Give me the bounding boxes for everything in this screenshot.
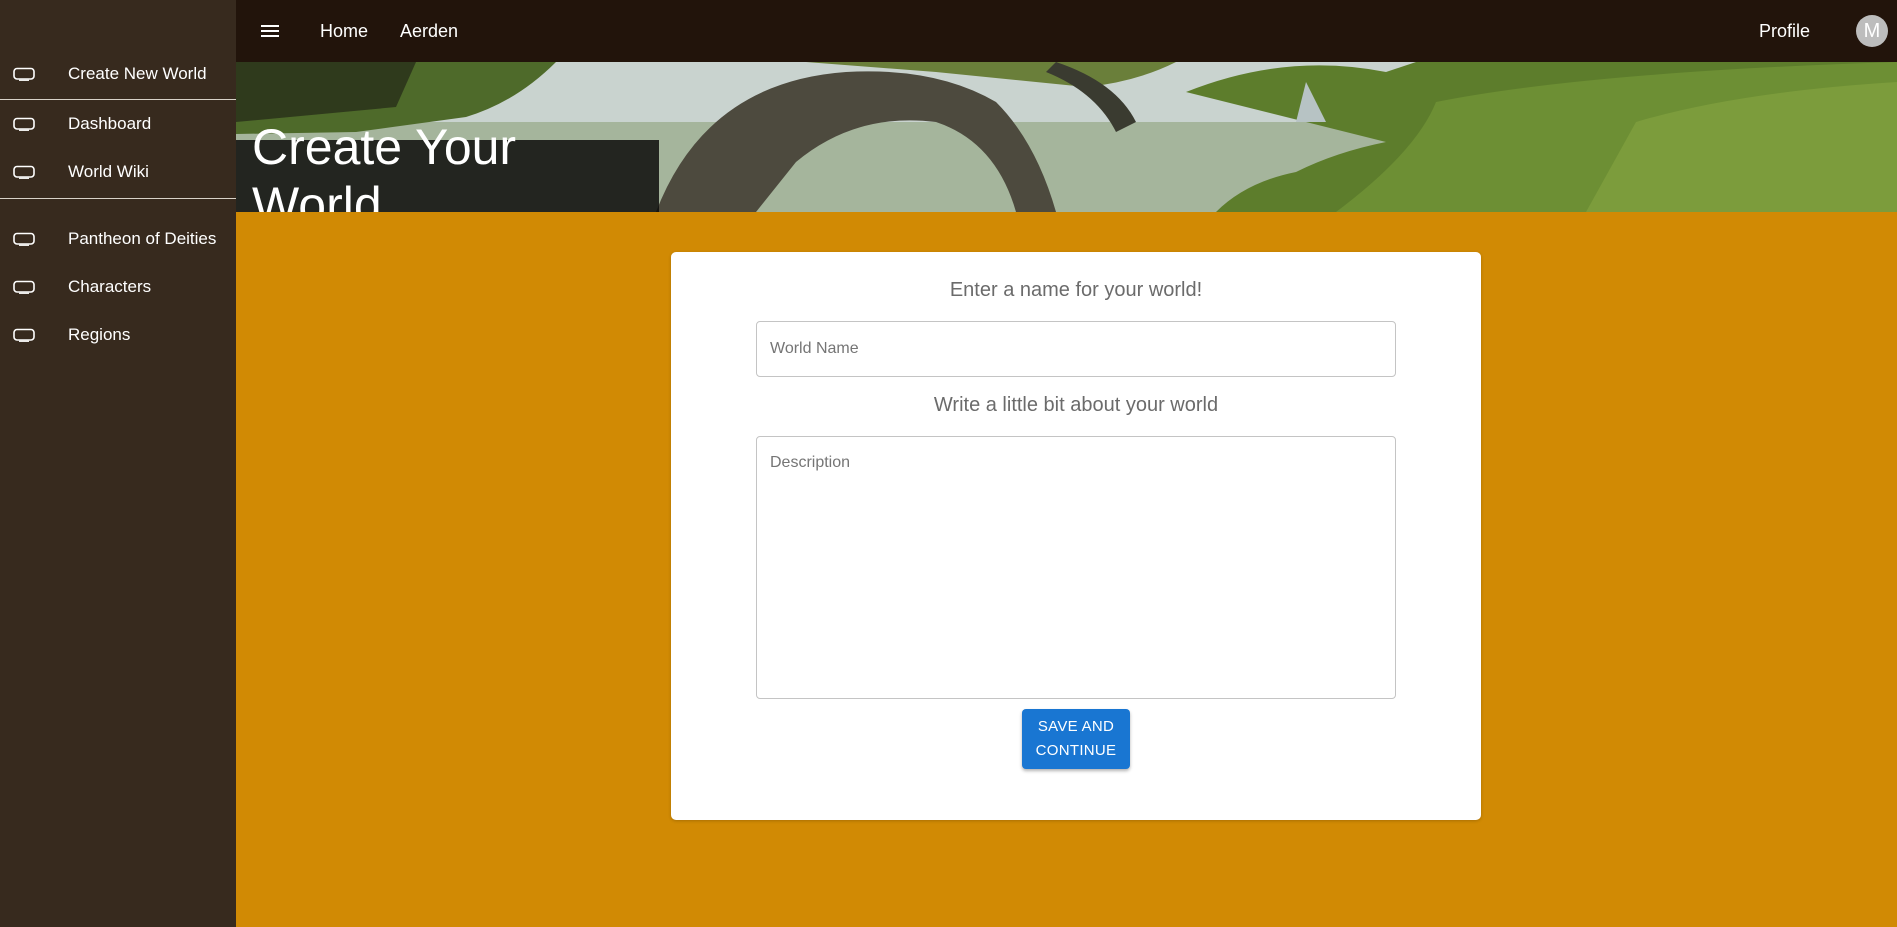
hamburger-menu-icon[interactable] (256, 17, 284, 45)
tv-icon (0, 117, 68, 131)
sidebar-item-label: Pantheon of Deities (68, 229, 217, 248)
page-title: Create Your World (236, 119, 659, 212)
sidebar-item-create-new-world[interactable]: Create New World (0, 49, 236, 99)
sidebar-item-label: Create New World (68, 64, 207, 83)
tv-icon (0, 280, 68, 294)
sidebar-item-dashboard[interactable]: Dashboard (0, 100, 236, 148)
profile-link[interactable]: Profile (1759, 21, 1810, 42)
tv-icon (0, 67, 68, 81)
sidebar-item-label: Regions (68, 325, 131, 344)
sidebar-item-regions[interactable]: Regions (0, 311, 236, 359)
sidebar-item-world-wiki[interactable]: World Wiki (0, 148, 236, 196)
nav-link-aerden[interactable]: Aerden (400, 21, 458, 42)
save-and-continue-button[interactable]: SAVE AND CONTINUE (1022, 709, 1130, 769)
sidebar-item-label: Dashboard (68, 114, 152, 133)
tv-icon (0, 328, 68, 342)
top-app-bar: Home Aerden Profile M (236, 0, 1897, 62)
name-prompt: Enter a name for your world! (949, 279, 1203, 301)
sidebar: Create New World Dashboard World Wiki Pa… (0, 0, 236, 927)
create-world-card: Enter a name for your world! Write a lit… (671, 252, 1481, 820)
tv-icon (0, 232, 68, 246)
hero-banner: Create Your World (236, 62, 1897, 212)
sidebar-divider (0, 198, 236, 199)
world-name-input[interactable] (756, 321, 1396, 377)
sidebar-item-label: World Wiki (68, 162, 149, 181)
avatar[interactable]: M (1856, 15, 1888, 47)
sidebar-item-characters[interactable]: Characters (0, 263, 236, 311)
nav-link-home[interactable]: Home (320, 21, 368, 42)
description-textarea[interactable] (756, 436, 1396, 699)
tv-icon (0, 165, 68, 179)
description-prompt: Write a little bit about your world (933, 394, 1219, 416)
sidebar-item-label: Characters (68, 277, 152, 296)
sidebar-item-pantheon-of-deities[interactable]: Pantheon of Deities (0, 215, 236, 263)
